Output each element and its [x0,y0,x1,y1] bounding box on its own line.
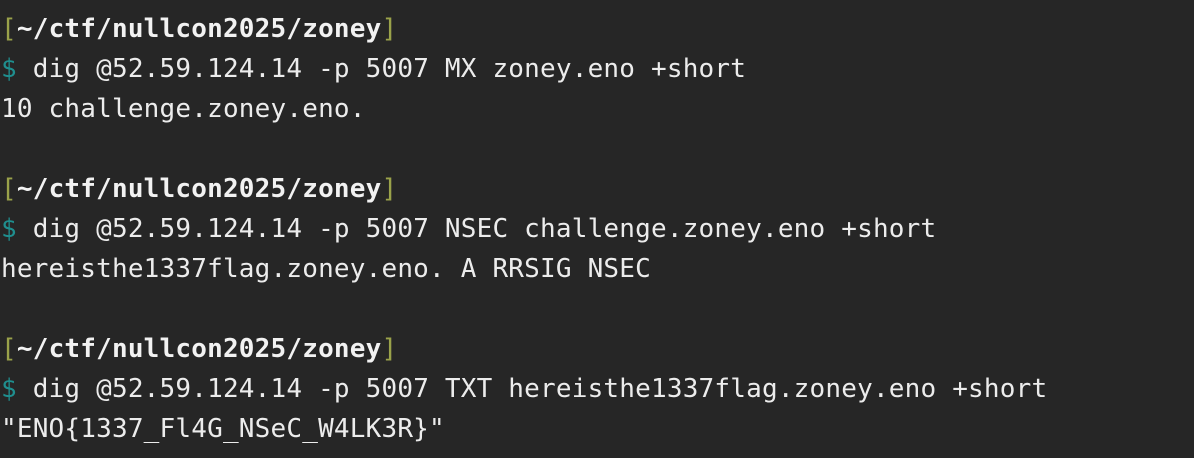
prompt-cwd-line: [~/ctf/nullcon2025/zoney] [1,169,1194,209]
prompt-cwd-line: [~/ctf/nullcon2025/zoney] [1,329,1194,369]
terminal-window[interactable]: [~/ctf/nullcon2025/zoney] $ dig @52.59.1… [0,0,1194,458]
bracket-open: [ [1,14,17,44]
bracket-close: ] [381,14,398,44]
command-line: $ dig @52.59.124.14 -p 5007 NSEC challen… [1,209,1194,249]
command-line: $ dig @52.59.124.14 -p 5007 MX zoney.eno… [1,49,1194,89]
command-output: hereisthe1337flag.zoney.eno. A RRSIG NSE… [1,254,651,284]
bracket-open: [ [1,334,17,364]
bracket-open: [ [1,174,17,204]
bracket-close: ] [381,334,398,364]
bracket-close: ] [381,174,398,204]
command-text: dig @52.59.124.14 -p 5007 TXT hereisthe1… [16,374,1048,404]
command-output: 10 challenge.zoney.eno. [1,94,366,124]
cwd-path: ~/ctf/nullcon2025/zoney [16,334,382,364]
prompt-symbol: $ [1,214,17,244]
prompt-symbol: $ [1,374,17,404]
prompt-cwd-line: [~/ctf/nullcon2025/zoney] [1,9,1194,49]
prompt-symbol: $ [1,54,17,84]
cwd-path: ~/ctf/nullcon2025/zoney [16,14,382,44]
command-text: dig @52.59.124.14 -p 5007 NSEC challenge… [16,214,937,244]
command-line: $ dig @52.59.124.14 -p 5007 TXT hereisth… [1,369,1194,409]
command-text: dig @52.59.124.14 -p 5007 MX zoney.eno +… [16,54,747,84]
command-output: "ENO{1337_Fl4G_NSeC_W4LK3R}" [1,414,445,444]
cwd-path: ~/ctf/nullcon2025/zoney [16,174,382,204]
